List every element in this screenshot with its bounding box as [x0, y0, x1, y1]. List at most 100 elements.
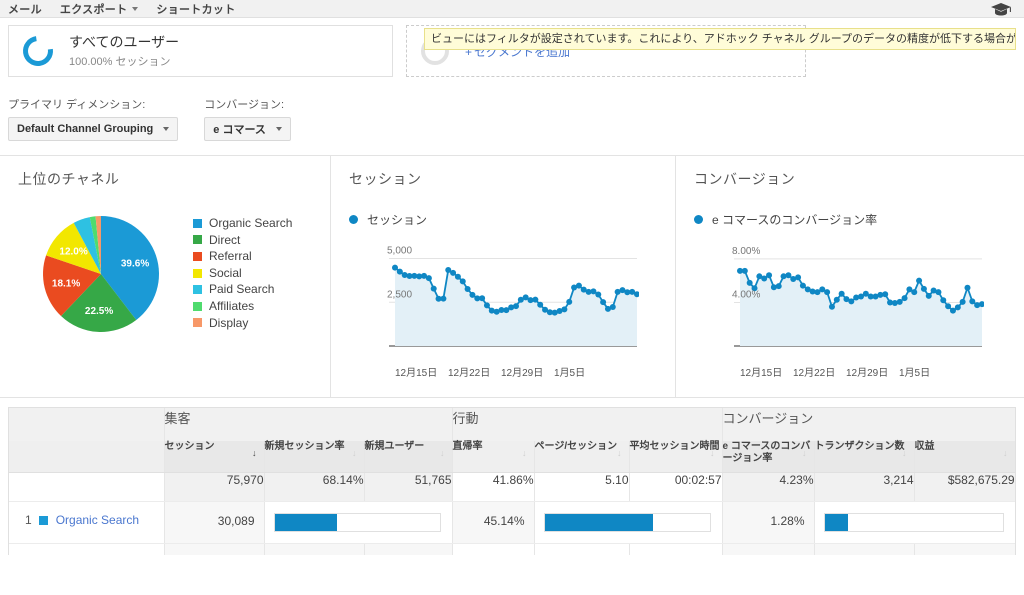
- chart-data-point[interactable]: [464, 285, 471, 292]
- sort-arrow-icon[interactable]: ↓: [710, 447, 715, 459]
- chart-data-point[interactable]: [575, 282, 582, 289]
- chart-data-point[interactable]: [454, 273, 461, 280]
- chart-data-point[interactable]: [609, 303, 616, 310]
- menu-item-shortcut[interactable]: ショートカット: [156, 1, 235, 17]
- conversion-select[interactable]: e コマース: [204, 117, 291, 141]
- pie-legend-item[interactable]: Paid Search: [193, 281, 292, 298]
- table-column-header-label: 新規ユーザー: [364, 441, 425, 452]
- chart-data-point[interactable]: [392, 264, 398, 271]
- pie-legend-item[interactable]: Display: [193, 315, 292, 332]
- chart-data-point[interactable]: [532, 296, 539, 303]
- chart-data-point[interactable]: [766, 272, 773, 279]
- graduation-cap-icon[interactable]: [990, 2, 1012, 16]
- chart-data-point[interactable]: [795, 274, 802, 281]
- chart-data-point[interactable]: [483, 302, 490, 309]
- table-cell-partial-9: [914, 543, 1015, 555]
- sessions-chart[interactable]: 2,500 5,000: [349, 236, 639, 361]
- chart-data-point[interactable]: [833, 296, 840, 303]
- table-column-header-5[interactable]: ページ/セッション ↓: [534, 441, 630, 473]
- segment-all-users[interactable]: すべてのユーザー 100.00% セッション: [8, 25, 393, 77]
- table-column-header-6[interactable]: 平均セッション時間 ↓: [629, 441, 723, 473]
- pie-legend-item[interactable]: Organic Search: [193, 215, 292, 232]
- menu-item-mail[interactable]: メール: [8, 1, 42, 17]
- chart-data-point[interactable]: [513, 303, 519, 310]
- table-cell-channel-name[interactable]: 1 Organic Search: [9, 501, 165, 544]
- chart-data-point[interactable]: [450, 269, 457, 276]
- chart-data-point[interactable]: [940, 297, 947, 304]
- row-channel-link[interactable]: 1 Organic Search: [9, 502, 164, 527]
- table-totals-row: 75,970 68.14% 51,765 41.86% 5.10 00:02:57 4.23…: [9, 472, 1015, 502]
- chart-data-point[interactable]: [479, 295, 486, 302]
- chart-data-point[interactable]: [595, 291, 602, 298]
- chart-data-point[interactable]: [561, 306, 568, 313]
- chart-data-point[interactable]: [459, 278, 466, 285]
- chart-data-point[interactable]: [911, 289, 918, 296]
- chart-data-point[interactable]: [537, 301, 544, 308]
- chart-data-point[interactable]: [741, 267, 748, 274]
- table-column-header-4[interactable]: 直帰率 ↓: [452, 441, 535, 473]
- panel-top-channels: 上位のチャネル 39.6% 22.5% 18.1% 12.0% Organic Sea…: [0, 156, 331, 397]
- sessions-series-legend[interactable]: セッション: [349, 211, 675, 228]
- table-row[interactable]: 1 Organic Search 30,089 45.14% 1.28%: [9, 501, 1015, 544]
- table-cell-new-session-rate-bar-fill: [274, 514, 338, 531]
- pie-legend-item[interactable]: Referral: [193, 248, 292, 265]
- chart-data-point[interactable]: [954, 304, 961, 311]
- chart-data-point[interactable]: [469, 291, 476, 298]
- chart-data-point[interactable]: [916, 277, 923, 284]
- chart-data-point[interactable]: [896, 298, 903, 305]
- chart-data-point[interactable]: [824, 289, 831, 296]
- chart-y-tick-label: 2,500: [387, 289, 412, 300]
- sort-arrow-icon[interactable]: ↓: [522, 447, 527, 459]
- sort-arrow-icon[interactable]: ↓: [617, 447, 622, 459]
- chart-data-point[interactable]: [920, 285, 927, 292]
- conversions-series-legend[interactable]: e コマースのコンバージョン率: [694, 211, 1023, 228]
- menu-item-mail-label: メール: [8, 3, 42, 16]
- chart-data-point[interactable]: [969, 298, 976, 305]
- table-cell-partial-0: [9, 543, 165, 555]
- table-column-header-2[interactable]: 新規セッション率 ↓: [264, 441, 365, 473]
- chart-data-point[interactable]: [425, 275, 432, 282]
- chart-data-point[interactable]: [746, 279, 753, 286]
- menu-item-export-label: エクスポート: [59, 3, 128, 16]
- table-column-header-3[interactable]: 新規ユーザー ↓: [364, 441, 453, 473]
- table-column-header-1[interactable]: セッション ↓: [164, 441, 265, 473]
- pie-legend-item[interactable]: Social: [193, 265, 292, 282]
- sort-arrow-icon[interactable]: ↓: [440, 447, 445, 459]
- chart-data-point[interactable]: [775, 283, 782, 290]
- conversions-chart[interactable]: 4.00% 8.00%: [694, 236, 984, 361]
- chart-data-point[interactable]: [959, 298, 966, 305]
- table-column-header-7[interactable]: e コマースのコンバージョン率 ↓: [722, 441, 815, 473]
- chart-x-tick-label: 12月29日: [501, 368, 544, 379]
- chart-x-tick-label: 12月15日: [395, 368, 438, 379]
- pie-chart[interactable]: 39.6% 22.5% 18.1% 12.0%: [18, 209, 193, 339]
- sort-arrow-icon[interactable]: ↓: [902, 447, 907, 459]
- chart-data-point[interactable]: [925, 292, 932, 299]
- sort-arrow-icon[interactable]: ↓: [1003, 447, 1008, 459]
- table-column-header-9[interactable]: 収益 ↓: [914, 441, 1015, 473]
- pie-legend-item[interactable]: Affiliates: [193, 298, 292, 315]
- chart-data-point[interactable]: [396, 268, 403, 275]
- chart-data-point[interactable]: [430, 285, 437, 292]
- table-cell-partial-6: [629, 543, 723, 555]
- chart-data-point[interactable]: [799, 282, 806, 289]
- chart-data-point[interactable]: [848, 298, 855, 305]
- table-row-partial[interactable]: [9, 543, 1015, 555]
- sort-arrow-icon[interactable]: ↓: [252, 447, 257, 459]
- primary-dimension-select[interactable]: Default Channel Grouping: [8, 117, 179, 141]
- chart-data-point[interactable]: [935, 289, 942, 296]
- sort-arrow-icon[interactable]: ↓: [802, 447, 807, 459]
- chart-data-point[interactable]: [964, 284, 971, 291]
- chart-data-point[interactable]: [440, 295, 447, 302]
- chart-data-point[interactable]: [838, 290, 845, 297]
- sort-arrow-icon[interactable]: ↓: [352, 447, 357, 459]
- menu-item-export[interactable]: エクスポート: [59, 1, 139, 17]
- chart-data-point[interactable]: [945, 303, 952, 310]
- chart-data-point[interactable]: [828, 303, 835, 310]
- chart-data-point[interactable]: [566, 298, 573, 305]
- chart-data-point[interactable]: [901, 295, 908, 302]
- chart-data-point[interactable]: [785, 272, 792, 279]
- table-column-header-8[interactable]: トランザクション数 ↓: [814, 441, 915, 473]
- pie-legend-item[interactable]: Direct: [193, 232, 292, 249]
- chart-data-point[interactable]: [600, 299, 607, 306]
- chart-data-point[interactable]: [882, 291, 889, 298]
